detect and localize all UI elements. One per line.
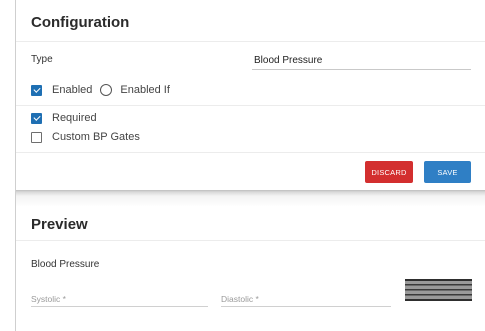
discard-button[interactable]: DISCARD [365,161,413,183]
type-value[interactable]: Blood Pressure [254,55,322,66]
preview-panel: Preview Blood Pressure [16,207,485,331]
systolic-underline [31,306,208,307]
required-row: Required [31,112,97,124]
enabled-if-label: Enabled If [120,84,170,96]
systolic-input[interactable] [31,294,208,304]
title-divider [16,41,485,42]
actions-divider [16,152,485,153]
type-underline [252,69,471,70]
save-button[interactable]: SAVE [424,161,471,183]
diastolic-underline [221,306,391,307]
diastolic-field [221,289,391,307]
enabled-checkbox[interactable] [31,84,42,96]
striped-image [405,279,472,301]
required-checkbox[interactable] [31,112,42,124]
systolic-field [31,289,208,307]
blood-pressure-label: Blood Pressure [31,259,100,270]
custom-bp-gates-checkbox[interactable] [31,131,42,143]
custom-bp-gates-row: Custom BP Gates [31,131,140,143]
preview-title-divider [16,240,485,241]
enabled-if-radio[interactable] [100,84,113,96]
required-label: Required [52,112,97,124]
enabled-row: Enabled Enabled If [31,84,170,96]
configuration-panel: Configuration Type Blood Pressure Enable… [16,0,485,190]
configuration-title: Configuration [31,14,130,31]
diastolic-input[interactable] [221,294,391,304]
enabled-label: Enabled [52,84,93,96]
custom-bp-gates-label: Custom BP Gates [52,131,140,143]
type-label: Type [31,54,53,65]
options-divider [16,105,485,106]
preview-title: Preview [31,216,88,233]
section-separator [16,190,485,207]
